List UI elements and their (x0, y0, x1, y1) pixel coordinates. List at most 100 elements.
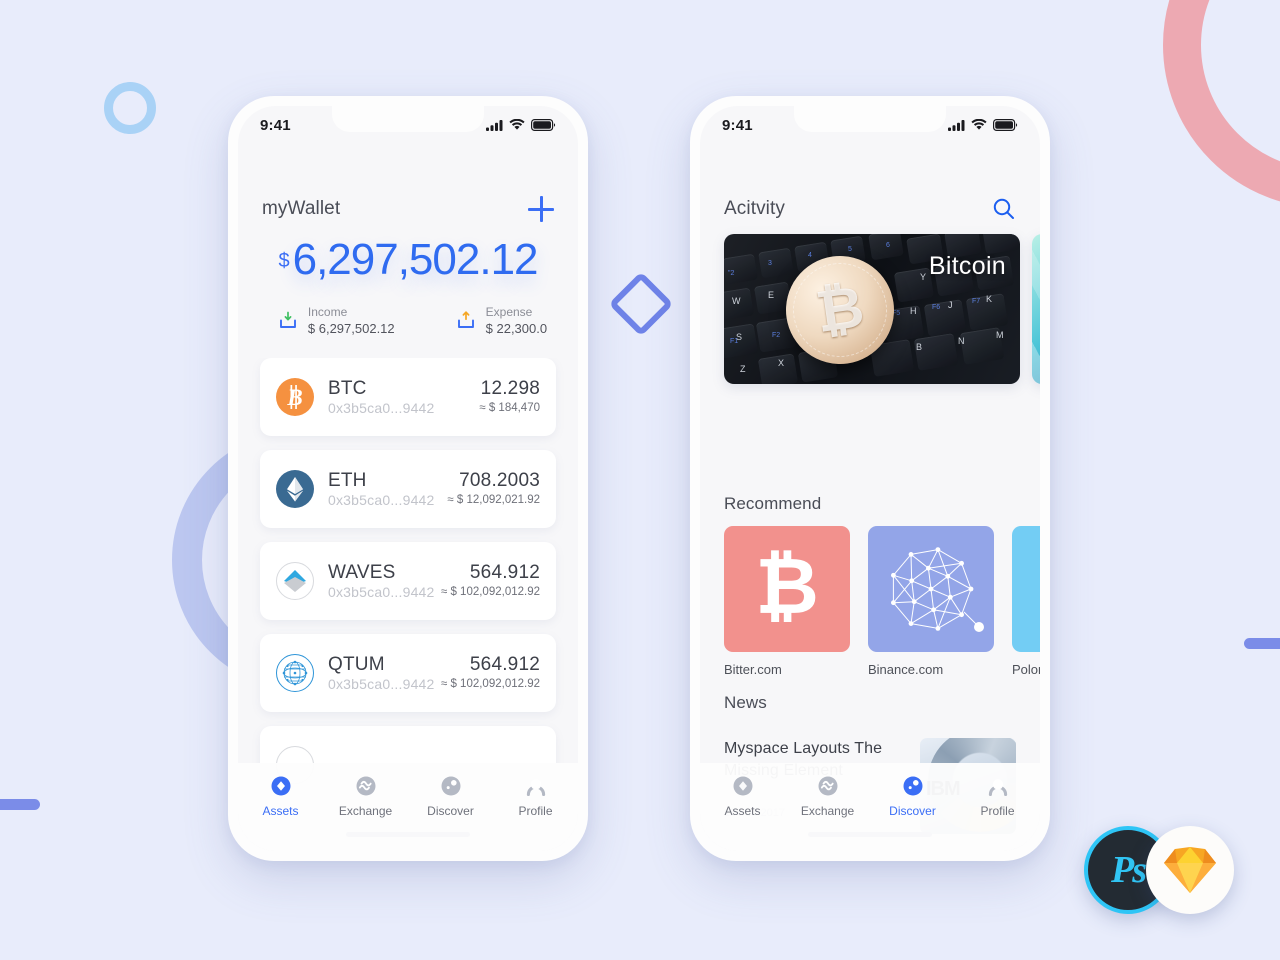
asset-amount: 12.298 (480, 378, 540, 400)
ethereum-coin-icon (287, 477, 303, 502)
asset-symbol: WAVES (328, 561, 396, 583)
news-section-title: News (724, 693, 767, 712)
waves-coin-icon (284, 570, 306, 592)
balance-amount: 6,297,502.12 (292, 235, 539, 284)
ethereum-coin-icon (276, 470, 314, 508)
tab-assets[interactable]: Assets (700, 775, 785, 818)
recommend-list[interactable]: ₿ Bitter.com Binance.com Polon (724, 526, 1040, 677)
expense-label: Expense (485, 305, 533, 319)
discover-compass-icon (903, 776, 922, 796)
income-summary: Income $ 6,297,502.12 (277, 304, 395, 338)
cellular-signal-icon (486, 119, 503, 131)
discover-screen: 9:41 Acitvity W E S Z X H J K B N M Y "2… (700, 106, 1040, 851)
tab-discover[interactable]: Discover (870, 775, 955, 818)
qtum-coin-icon (276, 654, 314, 692)
tab-label: Discover (889, 804, 936, 818)
tab-label: Profile (980, 804, 1015, 818)
app-header-discover: Acitvity (700, 188, 1040, 230)
poloniex-logo-icon (1012, 526, 1040, 652)
asset-address: 0x3b5ca0...9442 (328, 583, 435, 600)
small-blue-ring-decoration (104, 82, 156, 134)
right-edge-bar-decoration (1244, 638, 1280, 649)
assets-diamond-icon (271, 776, 290, 796)
sketch-badge-icon (1146, 826, 1234, 914)
status-time: 9:41 (260, 116, 291, 134)
plus-icon[interactable] (528, 196, 554, 222)
left-edge-bar-decoration (0, 799, 40, 810)
recommend-label: Bitter.com (724, 662, 782, 677)
tab-bar-discover[interactable]: Assets Exchange Discover Profile (700, 763, 1040, 851)
waves-coin-icon (276, 562, 314, 600)
balance-currency: $ (278, 250, 290, 272)
tab-label: Assets (262, 804, 299, 818)
tab-label: Discover (427, 804, 474, 818)
asset-amount: 708.2003 (459, 470, 540, 492)
recommend-label: Binance.com (868, 662, 944, 677)
asset-symbol: QTUM (328, 653, 385, 675)
asset-row[interactable]: ETH 0x3b5ca0...9442 708.2003 ≈ $ 12,092,021… (260, 450, 556, 528)
asset-amount: 564.912 (469, 562, 540, 584)
tab-label: Assets (724, 804, 761, 818)
tab-discover[interactable]: Discover (408, 775, 493, 818)
asset-symbol: BTC (328, 377, 367, 399)
income-download-icon (279, 311, 296, 328)
battery-icon (531, 119, 556, 131)
banner-card[interactable]: W E S Z X H J K B N M Y "2 3 4 5 6 F1 F2… (724, 234, 1020, 384)
tab-profile[interactable]: Profile (493, 775, 578, 818)
income-label: Income (307, 305, 348, 319)
tab-assets[interactable]: Assets (238, 775, 323, 818)
recommend-item[interactable]: ₿ Bitter.com (724, 526, 850, 677)
bitcoin-coin-icon: B (276, 378, 314, 416)
recommend-label: Polon (1012, 662, 1040, 677)
wifi-icon (509, 119, 525, 130)
qtum-coin-icon (282, 660, 308, 686)
tab-label: Exchange (338, 804, 393, 818)
binance-network-icon (891, 547, 984, 632)
asset-fiat-value: ≈ $ 102,092,012.92 (440, 677, 540, 690)
notch (332, 106, 484, 132)
phone-mockup-assets: 9:41 myWallet $ 6,297,502.12 Income $ 6,… (228, 96, 588, 861)
page-title: myWallet (262, 198, 341, 219)
tab-profile[interactable]: Profile (955, 775, 1040, 818)
bitcoin-coin-icon: B (286, 385, 303, 410)
asset-address: 0x3b5ca0...9442 (328, 675, 435, 692)
banner-title: Bitcoin (928, 252, 1006, 280)
banner-carousel[interactable]: W E S Z X H J K B N M Y "2 3 4 5 6 F1 F2… (724, 234, 1040, 384)
asset-row[interactable]: B BTC 0x3b5ca0...9442 12.298 ≈ $ 184,470 (260, 358, 556, 436)
search-icon[interactable] (992, 197, 1016, 221)
recommend-tile[interactable] (868, 526, 994, 652)
assets-diamond-icon (733, 776, 752, 796)
recommend-section-title: Recommend (724, 494, 822, 513)
assets-screen: 9:41 myWallet $ 6,297,502.12 Income $ 6,… (238, 106, 578, 851)
app-header-assets: myWallet (238, 188, 578, 230)
expense-upload-icon (457, 311, 474, 328)
exchange-waves-icon (356, 776, 375, 796)
asset-fiat-value: ≈ $ 184,470 (479, 401, 540, 414)
phone-mockup-discover: 9:41 Acitvity W E S Z X H J K B N M Y "2… (690, 96, 1050, 861)
sketch-diamond-icon (1164, 847, 1216, 893)
recommend-tile[interactable]: ₿ (724, 526, 850, 652)
asset-row[interactable]: WAVES 0x3b5ca0...9442 564.912 ≈ $ 102,092,0… (260, 542, 556, 620)
discover-compass-icon (441, 776, 460, 796)
tab-bar-assets[interactable]: Assets Exchange Discover Profile (238, 763, 578, 851)
profile-person-icon (526, 779, 545, 797)
asset-fiat-value: ≈ $ 102,092,012.92 (440, 585, 540, 598)
pink-ring-decoration (1163, 0, 1280, 208)
balance-section: $ 6,297,502.12 Income $ 6,297,502.12 Exp… (238, 238, 578, 338)
exchange-waves-icon (818, 776, 837, 796)
recommend-item[interactable]: Binance.com (868, 526, 994, 677)
banner-card[interactable] (1032, 234, 1040, 384)
recommend-item[interactable]: Polon (1012, 526, 1040, 677)
asset-address: 0x3b5ca0...9442 (328, 399, 435, 416)
tab-exchange[interactable]: Exchange (323, 775, 408, 818)
battery-icon (993, 119, 1018, 131)
page-title: Acitvity (724, 198, 785, 219)
notch (794, 106, 946, 132)
asset-fiat-value: ≈ $ 12,092,021.92 (447, 493, 540, 506)
asset-amount: 564.912 (469, 654, 540, 676)
recommend-tile[interactable] (1012, 526, 1040, 652)
tab-exchange[interactable]: Exchange (785, 775, 870, 818)
asset-row[interactable]: QTUM 0x3b5ca0...9442 564.912 ≈ $ 102,092,01… (260, 634, 556, 712)
diamond-outline-decoration (608, 271, 674, 337)
cellular-signal-icon (948, 119, 965, 131)
